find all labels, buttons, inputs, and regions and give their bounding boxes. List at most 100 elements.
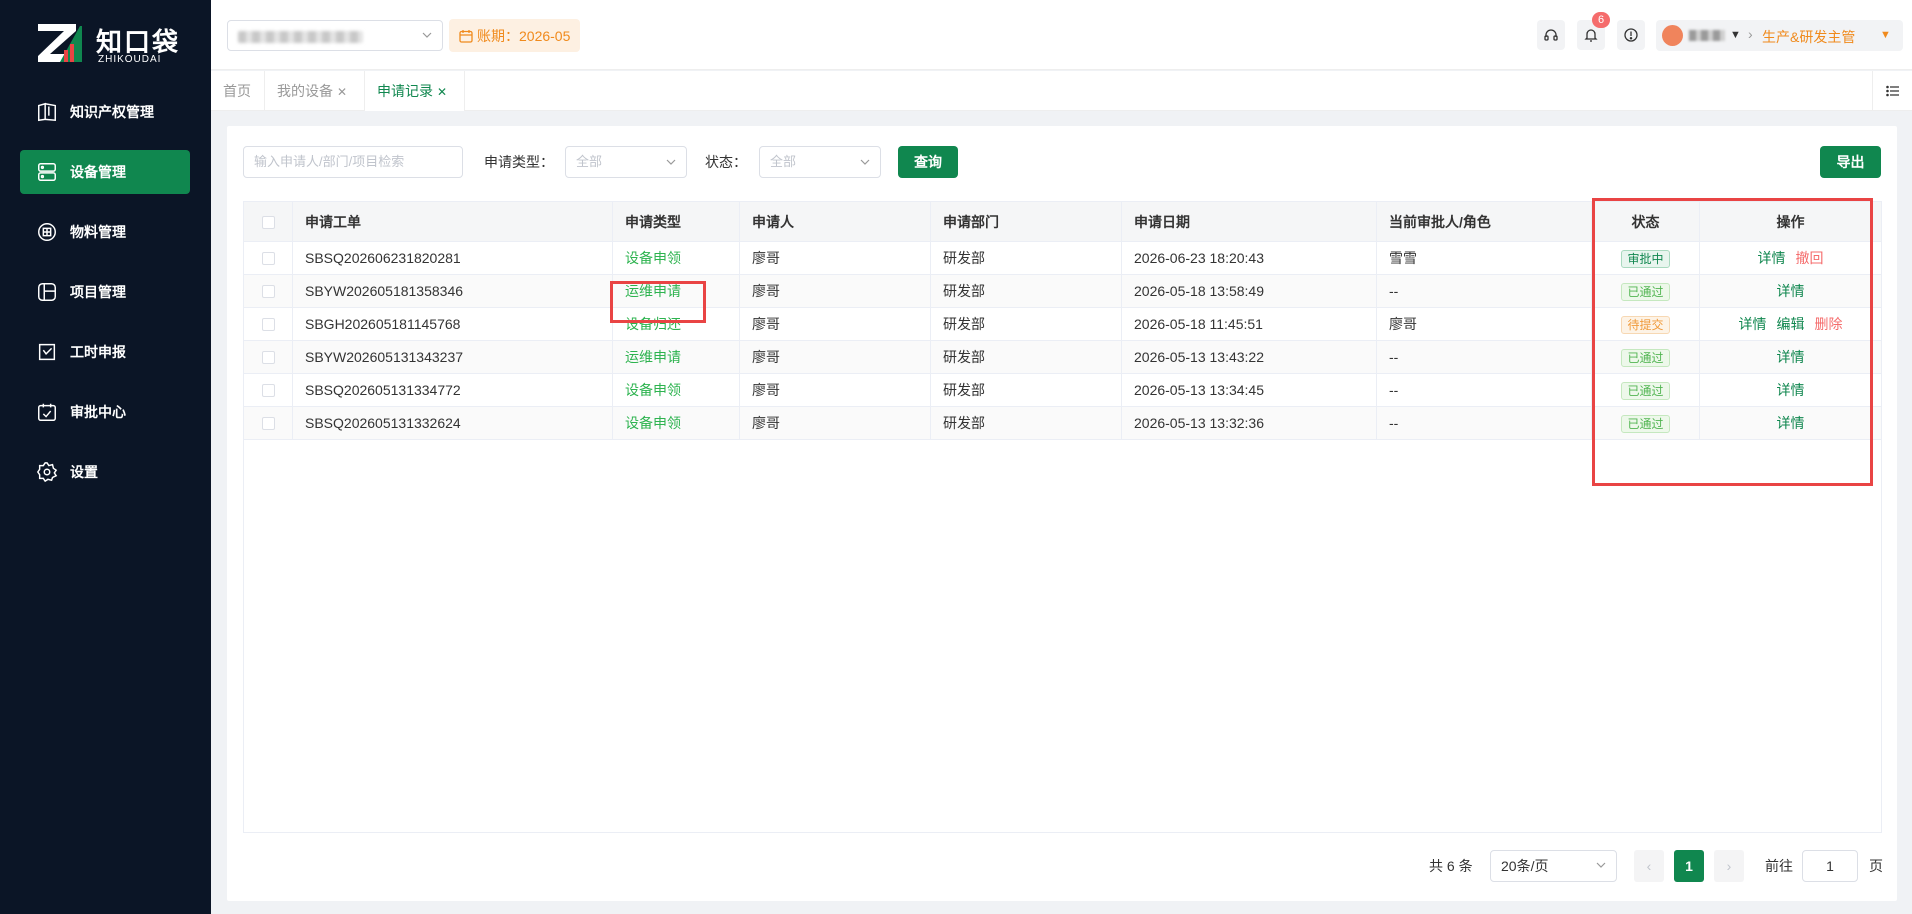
- table-cell: 廖哥: [740, 275, 931, 308]
- box-icon: [38, 223, 56, 241]
- cell-text: 研发部: [943, 250, 985, 266]
- next-page-button[interactable]: ›: [1714, 850, 1744, 882]
- page-size-select[interactable]: 20条/页: [1490, 850, 1617, 882]
- notification-button[interactable]: 6: [1577, 12, 1610, 50]
- sidebar-item-label: 设备管理: [70, 164, 126, 180]
- column-header: 申请部门: [931, 202, 1122, 242]
- close-icon[interactable]: ✕: [337, 85, 347, 99]
- status-filter-select[interactable]: 全部: [759, 146, 881, 178]
- chevron-down-icon: [860, 159, 870, 165]
- bell-icon: [1584, 29, 1598, 42]
- type-filter-value: 全部: [576, 154, 603, 169]
- sidebar-item-materials[interactable]: 物料管理: [20, 210, 190, 254]
- table-cell: SBYW202605181358346: [293, 275, 613, 308]
- action-link[interactable]: 删除: [1815, 316, 1843, 332]
- table-cell: 研发部: [931, 374, 1122, 407]
- list-icon: [1885, 85, 1899, 97]
- gear-icon: [36, 462, 58, 483]
- table-cell: SBSQ202606231820281: [293, 242, 613, 275]
- company-select[interactable]: [227, 20, 443, 51]
- type-filter-select[interactable]: 全部: [565, 146, 687, 178]
- table-cell: 廖哥: [740, 407, 931, 440]
- action-link[interactable]: 详情: [1758, 250, 1786, 266]
- export-button[interactable]: 导出: [1820, 146, 1881, 178]
- column-header: 申请日期: [1122, 202, 1377, 242]
- cell-text: --: [1389, 415, 1399, 431]
- avatar: [1662, 25, 1683, 46]
- row-checkbox[interactable]: [261, 383, 275, 397]
- column-header: 申请人: [740, 202, 931, 242]
- cell-text: 2026-05-13 13:32:36: [1134, 415, 1264, 431]
- user-menu[interactable]: ▼ › 生产&研发主管 ▼: [1656, 20, 1903, 51]
- cell-text: 雪雪: [1389, 250, 1417, 266]
- row-checkbox[interactable]: [261, 416, 275, 430]
- application-type-link[interactable]: 设备申领: [625, 250, 681, 266]
- table-cell: 廖哥: [740, 308, 931, 341]
- column-header: 操作: [1776, 214, 1805, 230]
- period-label: 账期：2026-05: [477, 27, 571, 44]
- search-input[interactable]: 输入申请人/部门/项目检索: [243, 146, 463, 178]
- book-icon: [38, 102, 56, 122]
- sidebar-item-timesheet[interactable]: 工时申报: [20, 330, 190, 374]
- sidebar-item-approval[interactable]: 审批中心: [20, 390, 190, 434]
- info-button[interactable]: [1617, 20, 1645, 50]
- row-checkbox[interactable]: [261, 284, 275, 298]
- action-link[interactable]: 详情: [1777, 349, 1805, 365]
- tab-home[interactable]: 首页: [211, 71, 265, 111]
- action-link[interactable]: 编辑: [1777, 316, 1805, 332]
- table-cell: 设备申领: [613, 242, 740, 275]
- application-type-link[interactable]: 运维申请: [625, 283, 681, 299]
- table-cell: [244, 242, 293, 275]
- sidebar-nav: 知识产权管理 设备管理 物料管理 项目管理 工时申报 审批中心 设置: [20, 90, 190, 510]
- query-button[interactable]: 查询: [898, 146, 958, 178]
- table-cell: SBSQ202605131334772: [293, 374, 613, 407]
- table-cell: 2026-06-23 18:20:43: [1122, 242, 1377, 275]
- page-button-current[interactable]: 1: [1674, 850, 1704, 882]
- application-type-link[interactable]: 设备申领: [625, 415, 681, 431]
- status-badge: 审批中: [1621, 250, 1670, 269]
- logo-mark-icon: [38, 24, 82, 62]
- cell-text: 2026-05-18 13:58:49: [1134, 283, 1264, 299]
- cell-text: 廖哥: [752, 349, 780, 365]
- action-link[interactable]: 详情: [1777, 382, 1805, 398]
- tab-application-records[interactable]: 申请记录 ✕: [365, 71, 465, 111]
- application-type-link[interactable]: 设备归还: [625, 316, 681, 332]
- support-button[interactable]: [1537, 20, 1565, 50]
- action-link[interactable]: 撤回: [1796, 250, 1824, 266]
- tab-my-devices[interactable]: 我的设备 ✕: [265, 71, 365, 111]
- application-type-link[interactable]: 设备申领: [625, 382, 681, 398]
- close-icon[interactable]: ✕: [437, 85, 447, 99]
- role-label[interactable]: 生产&研发主管: [1762, 27, 1855, 47]
- table-cell: 廖哥: [740, 374, 931, 407]
- sidebar-item-projects[interactable]: 项目管理: [20, 270, 190, 314]
- row-checkbox[interactable]: [261, 251, 275, 265]
- tab-list-button[interactable]: [1872, 71, 1912, 111]
- sidebar-item-ip[interactable]: 知识产权管理: [20, 90, 190, 134]
- goto-page-input[interactable]: 1: [1802, 850, 1858, 882]
- table-cell: --: [1377, 275, 1592, 308]
- column-header: 状态: [1592, 202, 1700, 242]
- tab-label: 首页: [223, 83, 251, 99]
- accounting-period[interactable]: 账期：2026-05: [449, 19, 581, 52]
- caret-down-icon: ▼: [1880, 29, 1891, 41]
- brand-logo[interactable]: 知口袋 ZHIKOUDAI: [36, 20, 186, 70]
- action-link[interactable]: 详情: [1777, 415, 1805, 431]
- select-all-checkbox[interactable]: [261, 215, 275, 229]
- row-checkbox[interactable]: [261, 317, 275, 331]
- row-checkbox[interactable]: [261, 350, 275, 364]
- action-link[interactable]: 详情: [1739, 316, 1767, 332]
- page-tabs: 首页 我的设备 ✕ 申请记录 ✕: [211, 71, 1912, 111]
- chevron-left-icon: ‹: [1646, 858, 1652, 874]
- sidebar-item-settings[interactable]: 设置: [20, 450, 190, 494]
- chevron-down-icon: [1596, 862, 1606, 868]
- column-header: 申请类型: [613, 202, 740, 242]
- action-link[interactable]: 详情: [1777, 283, 1805, 299]
- table-cell: [244, 308, 293, 341]
- sidebar-item-label: 工时申报: [70, 344, 126, 360]
- cell-text: 研发部: [943, 382, 985, 398]
- prev-page-button[interactable]: ‹: [1634, 850, 1664, 882]
- cell-text: SBYW202605181358346: [305, 283, 464, 299]
- sidebar-item-equipment[interactable]: 设备管理: [20, 150, 190, 194]
- table-cell: 待提交: [1592, 308, 1700, 341]
- application-type-link[interactable]: 运维申请: [625, 349, 681, 365]
